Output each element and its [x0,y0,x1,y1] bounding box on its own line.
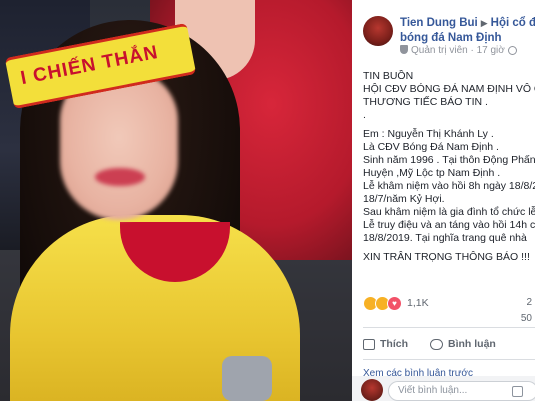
divider [363,359,535,360]
comment-label: Bình luận [448,338,496,350]
admin-role: Quản trị viên [411,45,468,56]
post-line: 18/8/2019. Tại nghĩa trang quê nhà [363,232,527,244]
post-line: 18/7/năm Kỷ Hợi. [363,193,445,205]
post-time[interactable]: 17 giờ [477,45,505,56]
post-actions: Thích Bình luận [363,335,535,353]
globe-icon [507,46,517,55]
comment-count[interactable]: 2 [526,297,532,308]
post-line: TIN BUỒN [363,70,414,82]
like-button[interactable]: Thích [363,335,408,353]
group-name[interactable]: Hội cổ động [491,17,535,29]
post-line: . [363,109,366,121]
author-name[interactable]: Tien Dung Bui [400,17,478,29]
post-line: THƯƠNG TIẾC BÁO TIN . [363,96,488,108]
post-line: HỘI CĐV BÓNG ĐÁ NAM ĐỊNH VÔ CÙN [363,83,535,95]
post-line: Lễ khâm niệm vào hồi 8h ngày 18/8/20 [363,180,535,192]
post-header: Tien Dung Bui▶Hội cổ động bóng đá Nam Đị… [400,16,535,46]
share-count[interactable]: 50 [521,313,532,324]
post-photo[interactable]: I CHIẾN THẮN [0,0,352,401]
post-line: Là CĐV Bóng Đá Nam Định . [363,141,499,153]
post-line: Sinh năm 1996 . Tại thôn Động Phấn xã [363,154,535,166]
comment-button[interactable]: Bình luận [430,335,496,353]
post-meta: Quản trị viên · 17 giờ [400,45,517,56]
phone-hand [222,356,272,401]
commenter-avatar [361,379,383,401]
post-line: Em : Nguyễn Thị Khánh Ly . [363,128,494,140]
arrow-right-icon: ▶ [480,18,488,28]
post-line: XIN TRÂN TRỌNG THÔNG BÁO !!! [363,251,530,263]
love-reaction-icon: ♥ [387,295,402,311]
post-panel: Tien Dung Bui▶Hội cổ động bóng đá Nam Đị… [352,0,535,401]
lips [95,168,145,186]
post-line: Lễ truy điệu và an táng vào hồi 14h cùn [363,219,535,231]
group-name-line2[interactable]: bóng đá Nam Định [400,32,502,44]
divider [363,327,535,328]
post-line: Huyện ,Mỹ Lộc tp Nam Định . [363,167,501,179]
emoji-icon[interactable] [512,386,523,397]
shield-icon [400,45,408,54]
post-line: Sau khâm niệm là gia đình tổ chức lễ vi [363,206,535,218]
reactions-summary[interactable]: ♥ 1,1K [363,295,429,311]
like-label: Thích [380,338,408,350]
author-avatar[interactable] [363,16,393,46]
post-body: TIN BUỒN HỘI CĐV BÓNG ĐÁ NAM ĐỊNH VÔ CÙN… [363,70,535,264]
comment-icon [430,338,443,350]
reaction-count: 1,1K [407,297,429,309]
thumbs-up-icon [363,338,375,350]
